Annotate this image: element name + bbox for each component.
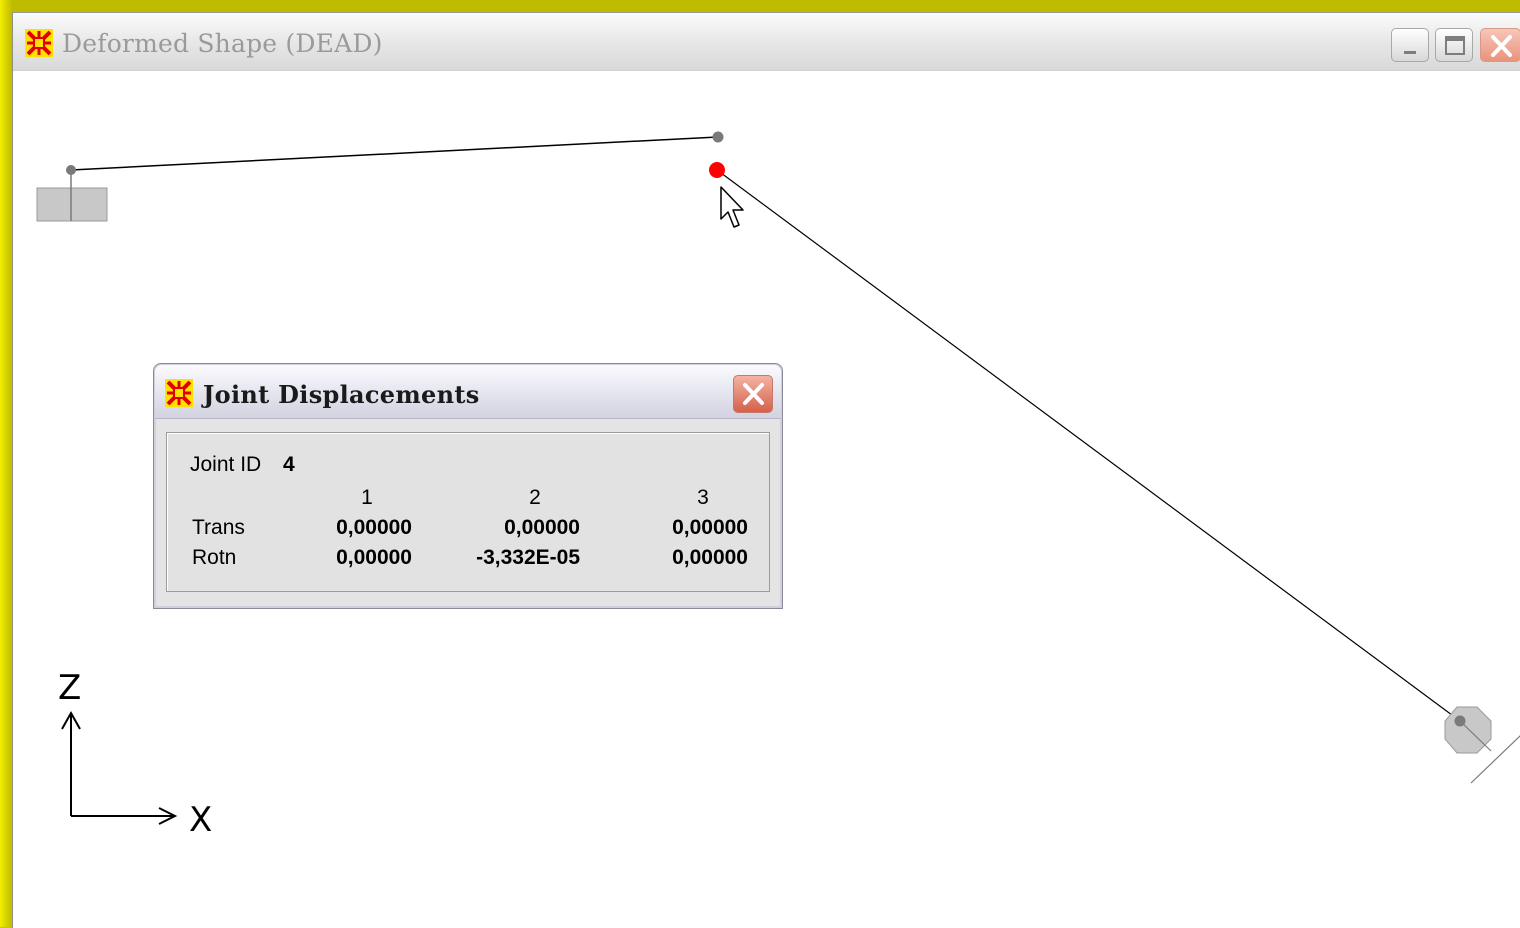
pin-support-icon <box>1444 706 1520 784</box>
displacement-panel: Joint ID 4 1 2 3 Trans 0,00000 0,00000 0… <box>166 432 770 592</box>
rotn-value-3: 0,00000 <box>672 546 748 569</box>
mouse-pointer-icon <box>720 186 744 228</box>
rotn-value-1: 0,00000 <box>336 546 412 569</box>
joint-displacements-dialog[interactable]: Joint Displacements Joint ID 4 1 2 3 Tra… <box>153 363 783 609</box>
column-header-3: 3 <box>697 486 709 509</box>
joint-id-value: 4 <box>283 453 295 476</box>
dialog-close-button[interactable] <box>733 375 773 413</box>
z-axis-label: Z <box>58 668 82 708</box>
dialog-title-bar[interactable]: Joint Displacements <box>155 365 781 419</box>
sap-app-icon <box>165 379 193 407</box>
fixed-support-icon <box>36 173 108 222</box>
joint-id-label: Joint ID <box>190 453 262 476</box>
close-icon <box>743 383 764 405</box>
selected-joint-4[interactable] <box>709 162 725 178</box>
dialog-title: Joint Displacements <box>203 380 480 409</box>
brace-member[interactable] <box>716 169 1461 722</box>
trans-value-1: 0,00000 <box>336 516 412 539</box>
joint-1[interactable] <box>66 165 76 175</box>
row-label-rotn: Rotn <box>192 546 237 569</box>
beam-member[interactable] <box>70 136 719 171</box>
trans-value-2: 0,00000 <box>504 516 580 539</box>
joint-3[interactable] <box>712 131 724 143</box>
column-header-2: 2 <box>529 486 541 509</box>
column-header-1: 1 <box>361 486 373 509</box>
row-label-trans: Trans <box>192 516 245 539</box>
trans-value-3: 0,00000 <box>672 516 748 539</box>
rotn-value-2: -3,332E-05 <box>476 546 580 569</box>
axis-indicator <box>61 710 178 825</box>
x-axis-label: X <box>189 800 213 840</box>
